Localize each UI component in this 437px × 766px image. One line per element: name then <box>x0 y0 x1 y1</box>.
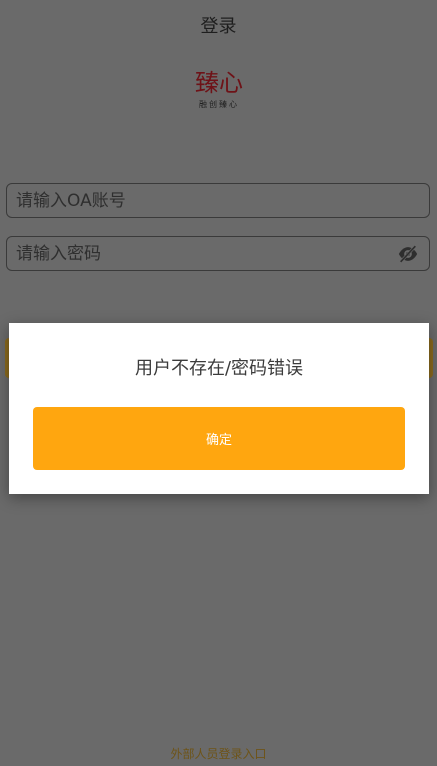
account-input[interactable] <box>16 184 386 217</box>
password-field[interactable] <box>6 236 430 271</box>
password-input[interactable] <box>16 237 386 270</box>
brand-logo: 臻心 融创臻心 <box>188 68 250 114</box>
confirm-button[interactable]: 确定 <box>33 407 405 470</box>
page-title: 登录 <box>200 16 237 37</box>
eye-slash-icon[interactable] <box>397 244 419 264</box>
error-dialog: 用户不存在/密码错误 确定 <box>9 323 429 494</box>
logo-main-text: 臻心 <box>195 69 243 97</box>
error-message: 用户不存在/密码错误 <box>134 358 304 379</box>
login-screen: 登录 臻心 融创臻心 外部人员登录入口 用户不存在/密码错误 确定 <box>0 0 437 766</box>
account-field[interactable] <box>6 183 430 218</box>
logo-sub-text: 融创臻心 <box>199 100 239 109</box>
external-login-link[interactable]: 外部人员登录入口 <box>0 746 437 762</box>
